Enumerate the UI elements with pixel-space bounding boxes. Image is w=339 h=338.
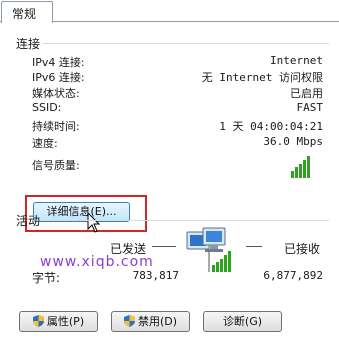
speed-row: 速度: 36.0 Mbps xyxy=(32,135,323,150)
speed-label: 速度: xyxy=(32,137,58,150)
activity-group-title: 活动 xyxy=(16,214,41,228)
connection-divider xyxy=(42,43,329,44)
signal-quality-row: 信号质量: xyxy=(32,157,323,172)
tab-general-label: 常规 xyxy=(12,7,37,21)
activity-divider xyxy=(42,220,329,221)
ipv6-row: IPv6 连接: 无 Internet 访问权限 xyxy=(32,69,323,84)
media-state-label: 媒体状态: xyxy=(32,87,80,100)
signal-quality-label: 信号质量: xyxy=(32,159,80,172)
disable-button-label: 禁用(D) xyxy=(137,315,178,328)
sent-line xyxy=(152,246,176,247)
general-panel: 连接 IPv4 连接: Internet IPv6 连接: 无 Internet… xyxy=(0,22,339,338)
bytes-received-value: 6,877,892 xyxy=(263,269,323,282)
tab-strip: 常规 xyxy=(0,0,339,23)
ipv4-value: Internet xyxy=(270,54,323,67)
media-state-row: 媒体状态: 已启用 xyxy=(32,85,323,100)
duration-row: 持续时间: 1 天 04:00:04:21 xyxy=(32,118,323,133)
ssid-value: FAST xyxy=(296,101,324,114)
mouse-cursor-icon xyxy=(87,212,101,233)
signal-bar-4 xyxy=(303,160,306,178)
diagnose-button-label: 诊断(G) xyxy=(222,315,263,328)
ipv6-label: IPv6 连接: xyxy=(32,71,85,84)
bytes-sent-value: 783,817 xyxy=(132,269,179,282)
signal-bar-2 xyxy=(295,167,298,178)
properties-button-label: 属性(P) xyxy=(46,315,85,328)
shield-icon xyxy=(123,315,135,327)
properties-button[interactable]: 属性(P) xyxy=(19,311,98,332)
diagnose-button[interactable]: 诊断(G) xyxy=(203,311,282,332)
duration-value: 1 天 04:00:04:21 xyxy=(219,120,323,133)
ipv4-label: IPv4 连接: xyxy=(32,56,85,69)
signal-bar-5 xyxy=(307,156,310,178)
connection-group-title: 连接 xyxy=(16,37,41,51)
bytes-label: 字节: xyxy=(32,271,61,285)
ssid-row: SSID: FAST xyxy=(32,101,323,116)
sent-label: 已发送 xyxy=(110,242,147,256)
ipv6-value: 无 Internet 访问权限 xyxy=(201,71,323,84)
ipv4-row: IPv4 连接: Internet xyxy=(32,54,323,69)
received-label: 已接收 xyxy=(284,242,321,256)
speed-value: 36.0 Mbps xyxy=(263,135,323,148)
shield-icon xyxy=(32,315,44,327)
received-line xyxy=(246,246,262,247)
highlight-box xyxy=(25,195,147,232)
duration-label: 持续时间: xyxy=(32,120,80,133)
activity-signal-icon xyxy=(212,251,231,272)
signal-bar-3 xyxy=(299,164,302,178)
tab-general[interactable]: 常规 xyxy=(1,1,53,23)
disable-button[interactable]: 禁用(D) xyxy=(111,311,190,332)
signal-strength-icon xyxy=(291,156,310,178)
signal-bar-1 xyxy=(291,171,294,178)
ssid-label: SSID: xyxy=(32,101,62,114)
media-state-value: 已启用 xyxy=(290,87,323,100)
